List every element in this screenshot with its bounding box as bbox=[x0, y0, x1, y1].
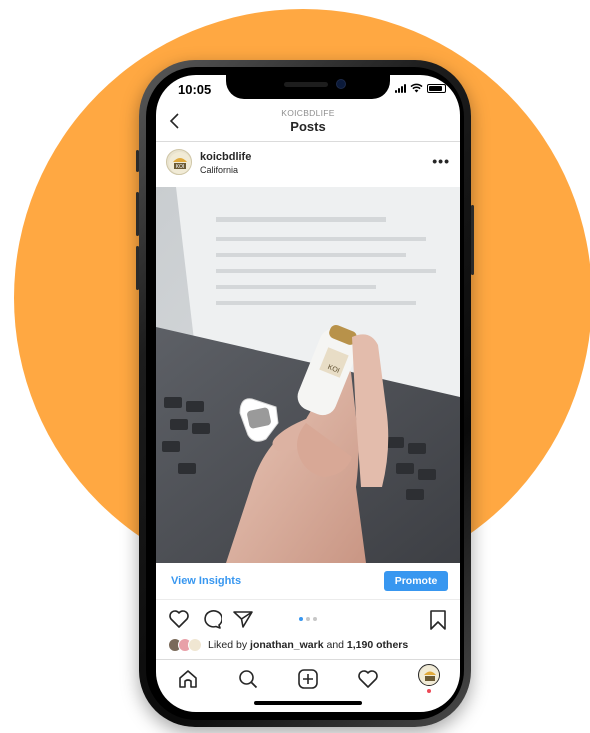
profile-icon[interactable] bbox=[418, 664, 440, 686]
heart-icon[interactable] bbox=[168, 609, 190, 629]
post-header: KOI koicbdlife California ••• bbox=[156, 143, 460, 185]
notch bbox=[226, 75, 390, 99]
front-camera bbox=[336, 79, 346, 89]
view-insights-link[interactable]: View Insights bbox=[171, 575, 241, 587]
likes-user[interactable]: jonathan_wark bbox=[250, 639, 324, 651]
search-icon[interactable] bbox=[237, 668, 259, 690]
promote-button[interactable]: Promote bbox=[384, 571, 448, 591]
avatar[interactable]: KOI bbox=[166, 149, 192, 175]
svg-text:KOI: KOI bbox=[176, 164, 185, 170]
activity-icon[interactable] bbox=[357, 668, 379, 690]
carousel-dot bbox=[313, 617, 317, 621]
phone-screen: 10:05 KOICBDLIFE Posts KOI koicbdlife Ca… bbox=[156, 75, 460, 712]
volume-up-button bbox=[136, 192, 139, 236]
likes-middle: and bbox=[323, 639, 347, 651]
wifi-icon bbox=[410, 83, 423, 93]
liker-avatar bbox=[188, 638, 202, 652]
bottom-tab-bar bbox=[156, 659, 460, 694]
battery-icon bbox=[427, 83, 446, 93]
speaker bbox=[284, 82, 328, 87]
comment-icon[interactable] bbox=[200, 609, 222, 629]
status-time: 10:05 bbox=[178, 82, 212, 97]
home-indicator[interactable] bbox=[254, 701, 362, 705]
header-account: KOICBDLIFE bbox=[281, 108, 335, 118]
volume-down-button bbox=[136, 246, 139, 290]
new-post-icon[interactable] bbox=[297, 668, 319, 690]
more-options-button[interactable]: ••• bbox=[432, 153, 450, 169]
notification-dot bbox=[427, 689, 431, 693]
save-bookmark-icon[interactable] bbox=[428, 609, 448, 631]
photo-image: KOI bbox=[156, 187, 460, 563]
carousel-dot bbox=[306, 617, 310, 621]
share-icon[interactable] bbox=[232, 609, 254, 629]
mute-switch bbox=[136, 150, 139, 172]
post-username[interactable]: koicbdlife bbox=[200, 151, 251, 163]
likes-summary[interactable]: Liked by jonathan_wark and 1,190 others bbox=[168, 637, 408, 653]
nav-header: KOICBDLIFE Posts bbox=[156, 107, 460, 142]
status-icons bbox=[395, 83, 446, 93]
home-icon[interactable] bbox=[177, 668, 199, 690]
likes-count[interactable]: 1,190 others bbox=[347, 639, 408, 651]
carousel-dot-active bbox=[299, 617, 303, 621]
power-button bbox=[471, 205, 474, 275]
insights-bar: View Insights Promote bbox=[156, 563, 460, 600]
post-photo[interactable]: KOI bbox=[156, 187, 460, 563]
signal-icon bbox=[395, 83, 406, 93]
page-title: Posts bbox=[290, 119, 326, 134]
post-actions bbox=[156, 607, 460, 633]
post-location[interactable]: California bbox=[200, 165, 238, 175]
liker-avatars bbox=[168, 638, 204, 652]
likes-prefix: Liked by bbox=[208, 639, 251, 651]
carousel-indicator bbox=[299, 617, 317, 621]
